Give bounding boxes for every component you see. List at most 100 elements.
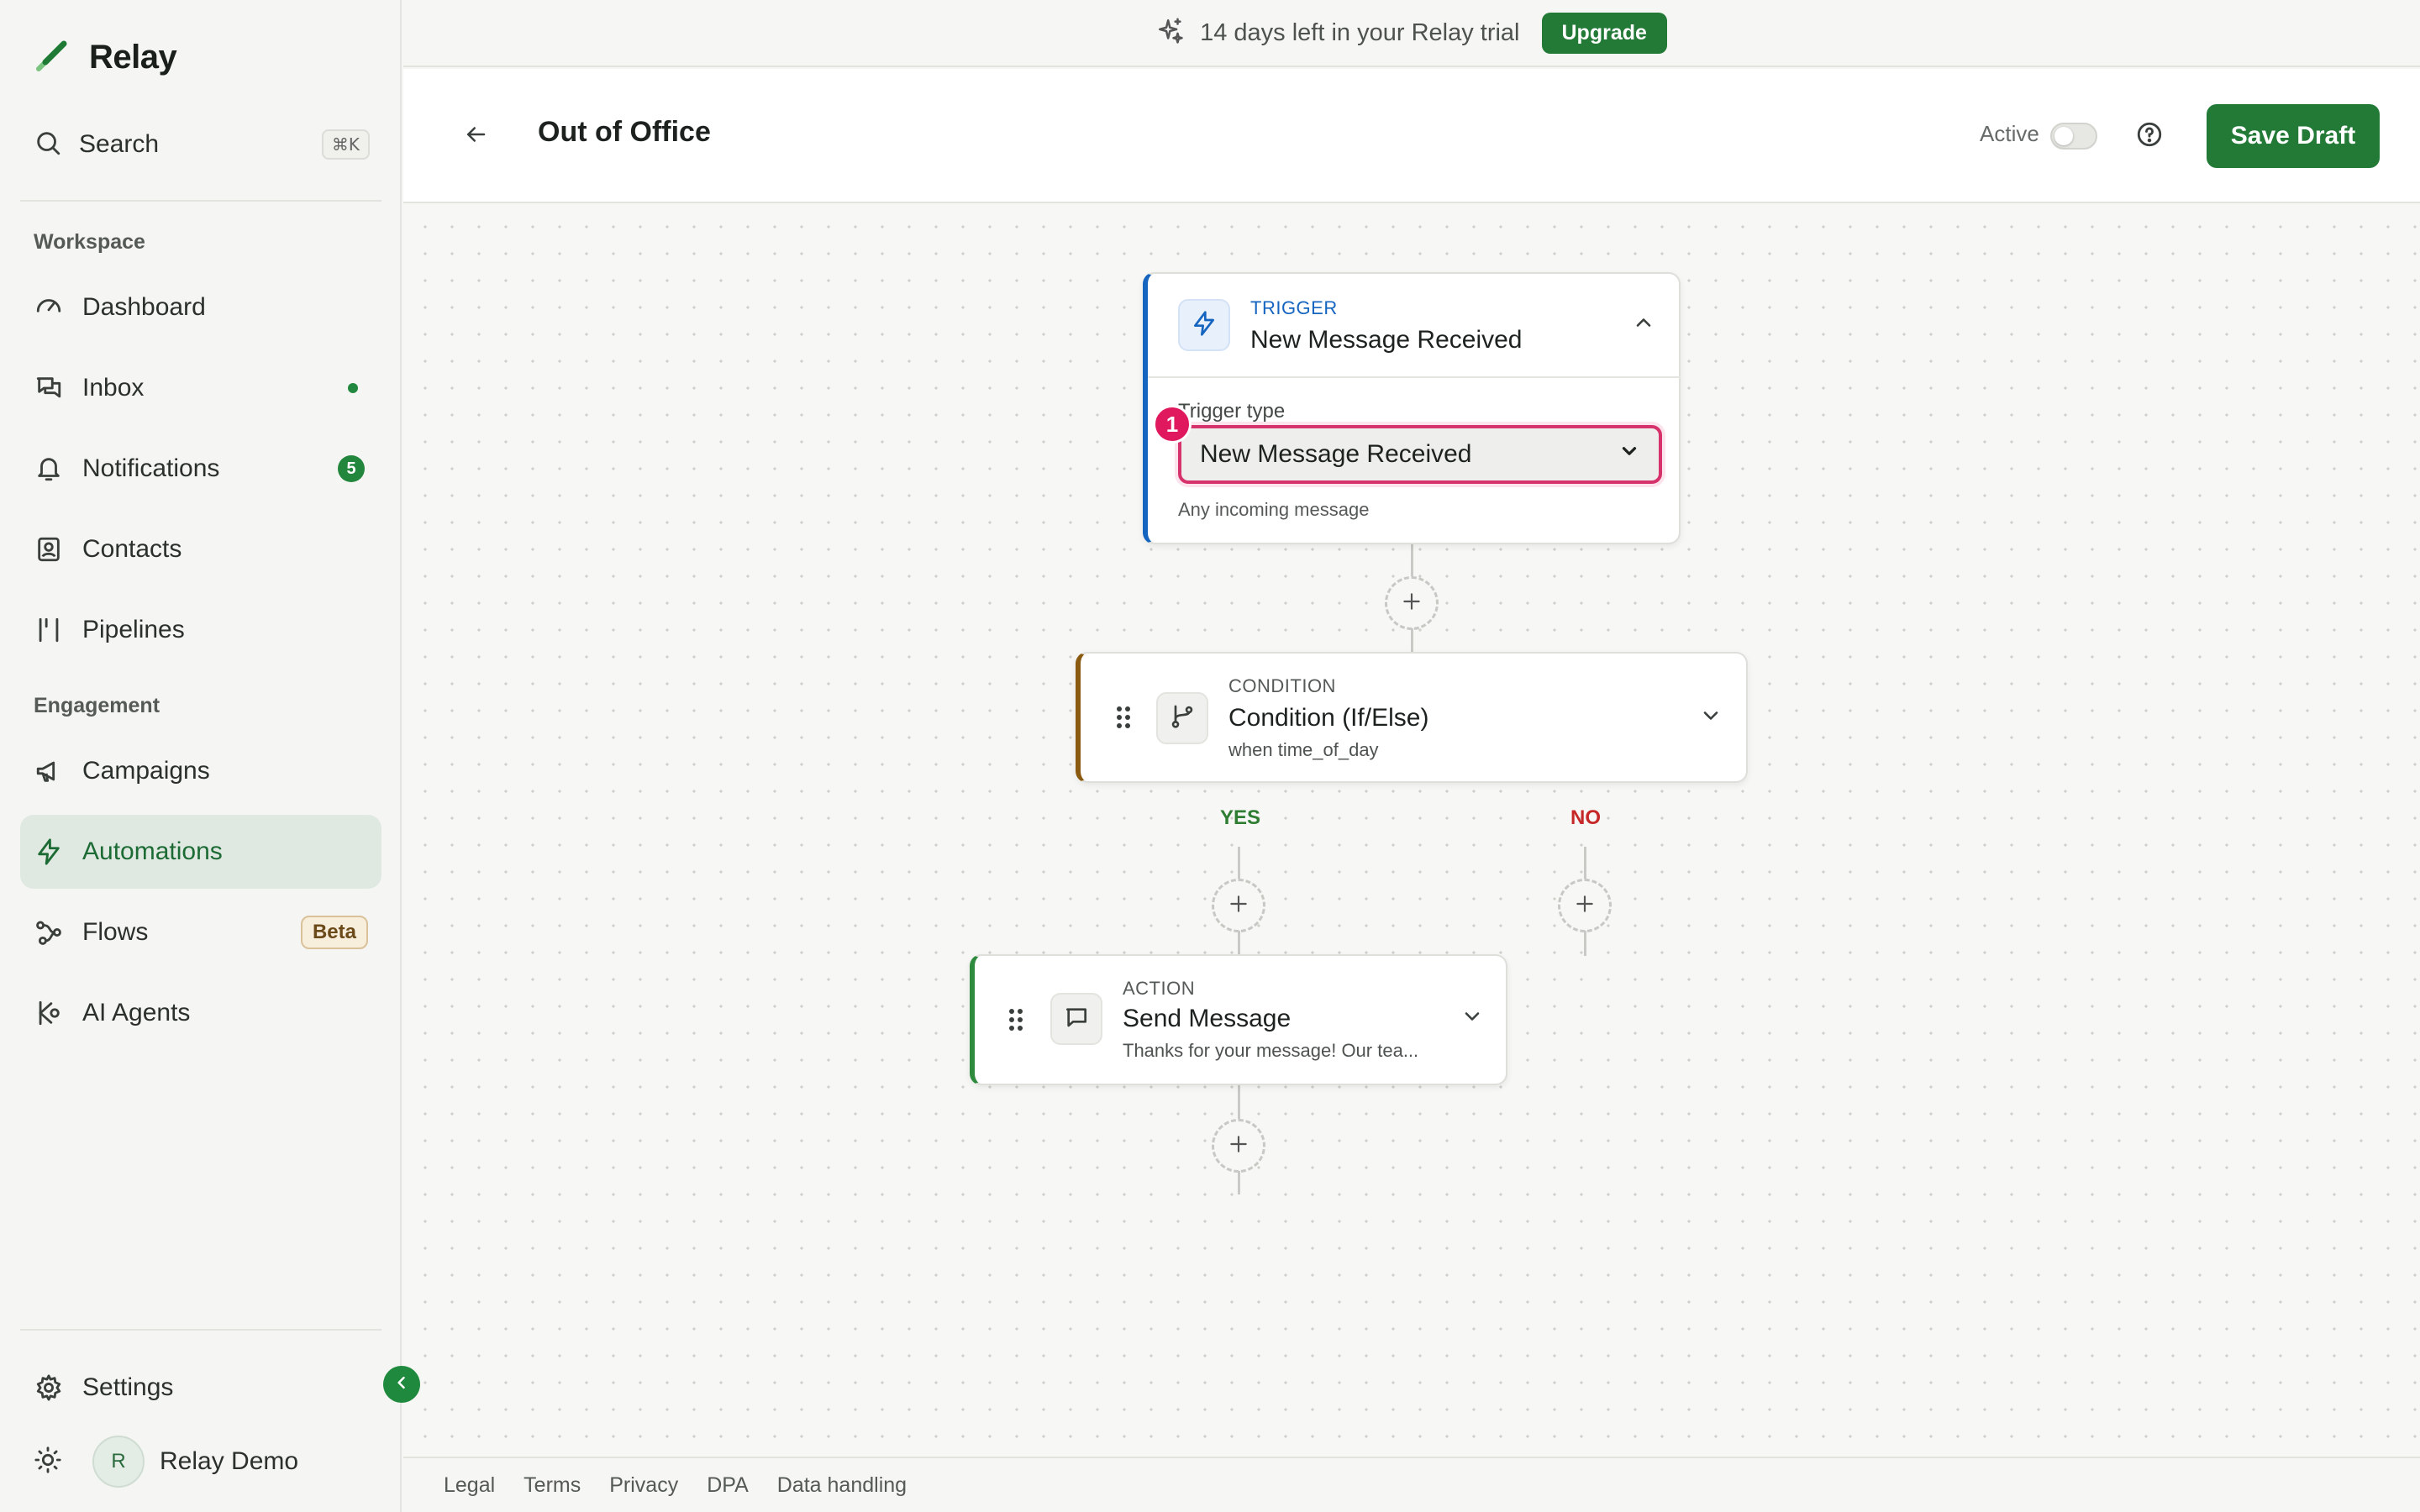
sidebar-item-label: Settings — [82, 1373, 174, 1401]
toggle-knob — [2054, 127, 2073, 145]
condition-tag: CONDITION — [1228, 675, 1336, 696]
search-icon — [34, 129, 62, 161]
brand[interactable]: Relay — [34, 34, 177, 81]
bell-icon — [34, 454, 64, 484]
sidebar-item-ai-agents[interactable]: AI Agents — [20, 976, 381, 1050]
theme-toggle-icon[interactable] — [34, 1446, 62, 1478]
trigger-type-value: New Message Received — [1200, 440, 1472, 468]
footer-link-dpa[interactable]: DPA — [707, 1473, 749, 1498]
drag-handle-icon[interactable] — [1114, 704, 1133, 735]
sparkle-icon — [1156, 17, 1185, 50]
section-title-workspace: Workspace — [34, 230, 145, 254]
action-card[interactable]: ACTION Send Message Thanks for your mess… — [970, 954, 1507, 1085]
user-name: Relay Demo — [160, 1447, 299, 1475]
megaphone-icon — [34, 756, 64, 786]
help-button[interactable] — [2133, 119, 2166, 153]
sidebar-item-notifications[interactable]: Notifications 5 — [20, 432, 381, 506]
flow-icon — [34, 917, 64, 948]
footer-link-privacy[interactable]: Privacy — [609, 1473, 678, 1498]
page-header: Out of Office Active Save Draft — [403, 69, 2420, 203]
user-row[interactable]: R Relay Demo — [34, 1435, 298, 1488]
search-shortcut: ⌘K — [321, 129, 370, 160]
branch-icon — [1169, 703, 1196, 734]
condition-card[interactable]: CONDITION Condition (If/Else) when time_… — [1076, 652, 1748, 783]
beta-badge: Beta — [300, 916, 368, 949]
pipeline-icon — [34, 615, 64, 645]
sidebar-item-label: Inbox — [82, 374, 145, 402]
step-marker-badge: 1 — [1153, 405, 1192, 444]
sidebar-item-campaigns[interactable]: Campaigns — [20, 734, 381, 808]
trigger-icon-box — [1178, 299, 1230, 351]
sidebar-item-contacts[interactable]: Contacts — [20, 512, 381, 586]
sidebar-search[interactable]: Search ⌘K — [34, 123, 370, 166]
expand-action-button[interactable] — [1460, 1005, 1484, 1032]
expand-condition-button[interactable] — [1699, 704, 1723, 732]
trigger-card[interactable]: TRIGGER New Message Received Trigger typ… — [1143, 272, 1681, 544]
section-title-engagement: Engagement — [34, 694, 160, 717]
back-button[interactable] — [455, 116, 496, 156]
chevron-down-icon — [1618, 440, 1640, 469]
plus-icon — [1401, 591, 1423, 617]
add-step-button[interactable] — [1385, 576, 1439, 630]
sidebar-divider — [20, 200, 381, 202]
chevron-down-icon — [1699, 711, 1723, 731]
add-step-no-button[interactable] — [1558, 879, 1612, 932]
sidebar-item-pipelines[interactable]: Pipelines — [20, 593, 381, 667]
action-subtitle: Thanks for your message! Our tea... — [1123, 1040, 1419, 1061]
footer: Legal Terms Privacy DPA Data handling — [403, 1457, 2420, 1512]
notification-count-badge: 5 — [338, 455, 365, 482]
sidebar-item-flows[interactable]: Flows Beta — [20, 895, 381, 969]
trigger-tag: TRIGGER — [1250, 297, 1338, 318]
footer-link-terms[interactable]: Terms — [523, 1473, 581, 1498]
sidebar-item-settings[interactable]: Settings — [20, 1351, 381, 1425]
collapse-trigger-button[interactable] — [1632, 311, 1655, 339]
sidebar-item-label: Pipelines — [82, 616, 185, 643]
arrow-left-icon — [463, 122, 488, 151]
search-label: Search — [79, 130, 160, 158]
trial-banner: 14 days left in your Relay trial Upgrade — [403, 0, 2420, 67]
flow-canvas[interactable]: TRIGGER New Message Received Trigger typ… — [403, 205, 2420, 1457]
trigger-hint: Any incoming message — [1178, 499, 1370, 520]
upgrade-button[interactable]: Upgrade — [1541, 12, 1667, 54]
sidebar-item-label: Contacts — [82, 535, 182, 563]
plus-icon — [1228, 1133, 1249, 1159]
action-title: Send Message — [1123, 1005, 1292, 1032]
no-branch-label: NO — [1570, 806, 1601, 829]
sidebar-item-label: Automations — [82, 837, 223, 865]
add-step-button[interactable] — [1212, 1119, 1265, 1173]
footer-link-data-handling[interactable]: Data handling — [777, 1473, 907, 1498]
brand-name: Relay — [89, 38, 177, 76]
sidebar-item-label: Dashboard — [82, 293, 206, 321]
help-circle-icon — [2135, 120, 2164, 153]
bolt-icon — [1191, 310, 1218, 341]
condition-subtitle: when time_of_day — [1228, 739, 1379, 760]
drag-handle-icon[interactable] — [1007, 1006, 1025, 1037]
sidebar: Relay Search ⌘K Workspace Dashboard Inbo… — [0, 0, 402, 1512]
action-icon-box — [1050, 993, 1102, 1045]
gear-icon — [34, 1373, 64, 1403]
chevron-up-icon — [1632, 318, 1655, 338]
connector-line — [1238, 1171, 1240, 1194]
footer-link-legal[interactable]: Legal — [444, 1473, 495, 1498]
relay-logo-icon — [34, 37, 71, 78]
sidebar-divider — [20, 1329, 381, 1331]
avatar: R — [92, 1436, 145, 1488]
action-tag: ACTION — [1123, 978, 1196, 999]
card-divider — [1148, 376, 1681, 378]
condition-icon-box — [1156, 692, 1208, 744]
yes-branch-label: YES — [1220, 806, 1261, 829]
plus-icon — [1228, 893, 1249, 919]
chat-icon — [34, 373, 64, 403]
add-step-yes-button[interactable] — [1212, 879, 1265, 932]
condition-title: Condition (If/Else) — [1228, 704, 1429, 732]
collapse-sidebar-button[interactable] — [383, 1366, 420, 1403]
sidebar-item-inbox[interactable]: Inbox — [20, 351, 381, 425]
trigger-type-select[interactable]: New Message Received — [1178, 425, 1662, 484]
sidebar-item-automations[interactable]: Automations — [20, 815, 381, 889]
active-toggle[interactable] — [2050, 123, 2097, 150]
message-icon — [1063, 1004, 1090, 1035]
sidebar-item-label: Notifications — [82, 454, 220, 482]
sidebar-item-label: Flows — [82, 918, 149, 946]
sidebar-item-dashboard[interactable]: Dashboard — [20, 270, 381, 344]
save-draft-button[interactable]: Save Draft — [2207, 104, 2380, 168]
